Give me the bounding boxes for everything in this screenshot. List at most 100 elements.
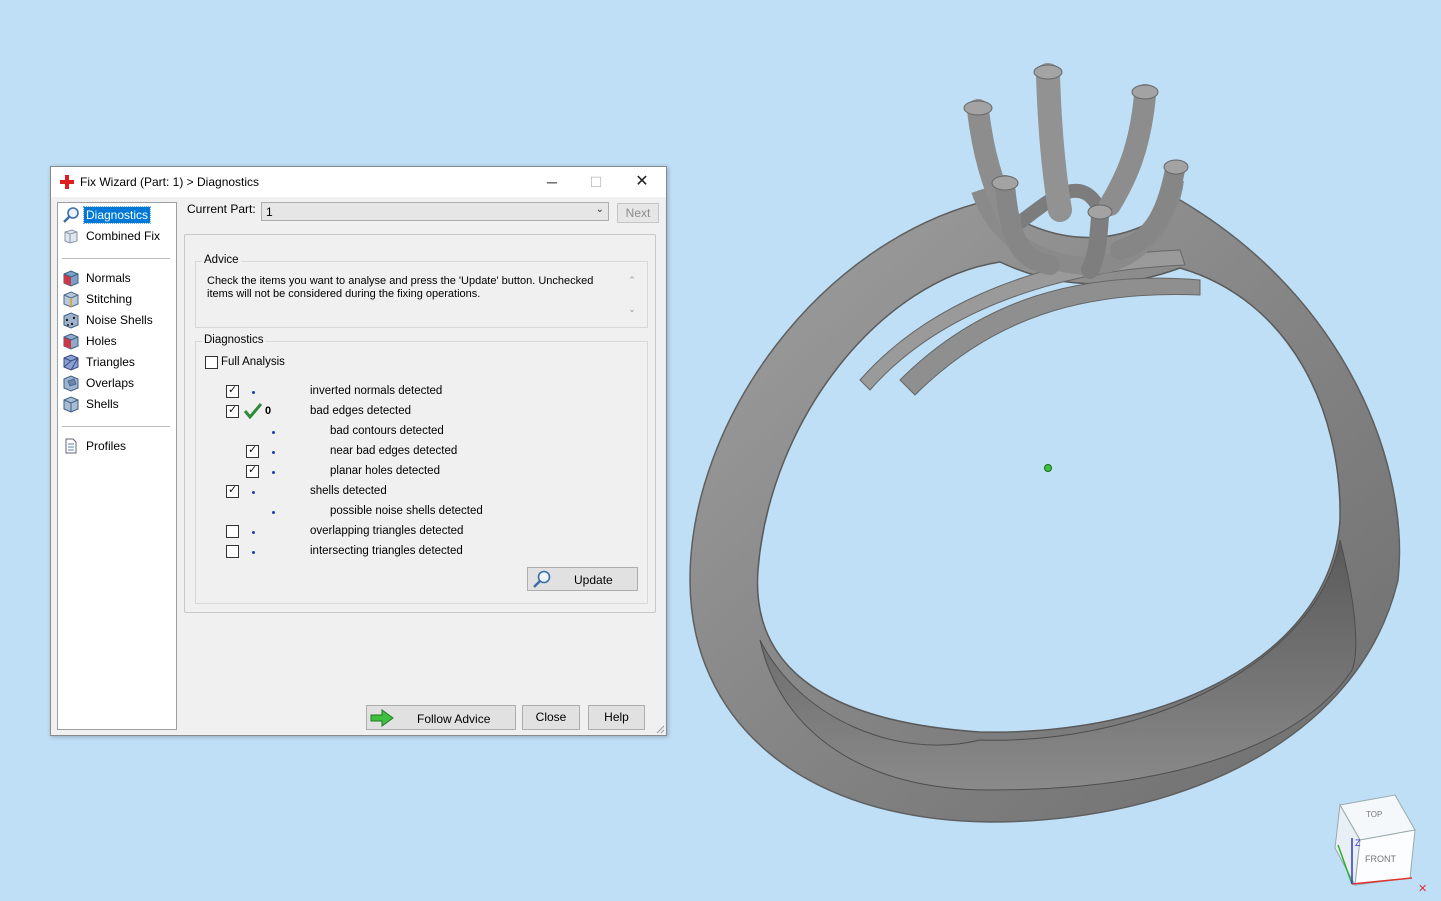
sidebar-item-label: Combined Fix [86, 229, 161, 243]
current-part-dropdown[interactable]: 1 ⌄ [261, 202, 609, 221]
diag-row-label: near bad edges detected [330, 445, 458, 457]
planar-holes-checkbox[interactable]: ✓ [246, 464, 259, 478]
advice-group: Advice Check the items you want to analy… [195, 254, 648, 328]
diag-row-label: bad contours detected [330, 425, 444, 437]
full-analysis-checkbox[interactable] [205, 356, 218, 369]
shells-cube-icon [63, 396, 79, 413]
sidebar-item-stitching[interactable]: Stitching [62, 289, 134, 309]
diagnostics-group: Diagnostics Full Analysis ✓ inverted nor… [195, 334, 648, 604]
navigation-cube[interactable]: TOP FRONT Z ✕ [1325, 785, 1435, 895]
bullet-icon [252, 491, 255, 494]
sidebar-item-label: Noise Shells [86, 313, 153, 327]
resize-grip-icon[interactable] [655, 724, 665, 734]
title-bar[interactable]: Fix Wizard (Part: 1) > Diagnostics ─ ☐ ✕ [51, 167, 666, 197]
diag-row-label: possible noise shells detected [330, 505, 483, 517]
intersecting-triangles-checkbox[interactable] [226, 545, 239, 558]
sidebar-item-label: Stitching [86, 292, 133, 306]
chevron-down-icon: ⌄ [595, 204, 604, 215]
nav-cube-z-label: Z [1355, 838, 1361, 848]
red-cross-icon [60, 175, 74, 189]
next-button[interactable]: Next [617, 203, 659, 223]
window-title: Fix Wizard (Part: 1) > Diagnostics [80, 175, 260, 189]
maximize-button[interactable]: ☐ [574, 167, 618, 197]
sidebar-divider [62, 426, 170, 427]
ring-model[interactable] [660, 40, 1420, 840]
shells-checkbox[interactable]: ✓ [226, 484, 239, 498]
bullet-icon [272, 451, 275, 454]
follow-advice-label: Follow Advice [417, 712, 491, 726]
close-window-button[interactable]: ✕ [620, 167, 664, 197]
scroll-down-icon[interactable]: ⌄ [625, 304, 639, 315]
stitching-cube-icon [63, 291, 79, 308]
holes-cube-icon [63, 333, 79, 350]
current-part-value: 1 [266, 205, 273, 219]
update-label: Update [574, 573, 613, 587]
checkmark-icon: ✓ [228, 484, 238, 496]
advice-title: Advice [202, 254, 241, 266]
advice-scrollbar[interactable]: ⌃ ⌄ [625, 275, 639, 321]
close-button[interactable]: Close [522, 705, 580, 730]
bullet-icon [272, 431, 275, 434]
green-arrow-right-icon [370, 709, 394, 727]
sidebar-item-noise-shells[interactable]: Noise Shells [62, 310, 155, 330]
magnifier-icon [533, 570, 551, 588]
cube-outline-icon [64, 229, 78, 244]
diagnostics-title: Diagnostics [202, 334, 266, 346]
scroll-up-icon[interactable]: ⌃ [625, 275, 639, 286]
sidebar-divider [62, 258, 170, 259]
diag-row-label: bad edges detected [310, 405, 412, 417]
document-icon [65, 438, 77, 454]
diag-row-label: intersecting triangles detected [310, 545, 463, 557]
sidebar-item-label: Normals [86, 271, 131, 285]
checkmark-icon: ✓ [248, 444, 258, 456]
help-button[interactable]: Help [588, 705, 645, 730]
normals-cube-icon [63, 270, 79, 287]
green-check-status-icon [244, 403, 262, 419]
diagnostics-panel: Advice Check the items you want to analy… [184, 234, 656, 613]
diag-row-label: overlapping triangles detected [310, 525, 464, 537]
diag-row-label: shells detected [310, 485, 387, 497]
sidebar-item-triangles[interactable]: Triangles [62, 352, 137, 372]
sidebar-item-holes[interactable]: Holes [62, 331, 119, 351]
sidebar-item-combined-fix[interactable]: Combined Fix [62, 226, 162, 246]
bullet-icon [252, 391, 255, 394]
overlapping-triangles-checkbox[interactable] [226, 525, 239, 538]
sidebar-item-label: Triangles [86, 355, 135, 369]
nav-cube-front-label: FRONT [1365, 854, 1396, 864]
sidebar-item-label: Holes [86, 334, 117, 348]
bad-edges-count: 0 [265, 405, 272, 417]
advice-text: Check the items you want to analyse and … [207, 275, 594, 300]
overlaps-cube-icon [63, 375, 79, 392]
sidebar-item-overlaps[interactable]: Overlaps [62, 373, 136, 393]
triangles-cube-icon [63, 354, 79, 371]
fix-wizard-dialog: Fix Wizard (Part: 1) > Diagnostics ─ ☐ ✕… [50, 166, 667, 736]
sidebar-item-label: Profiles [86, 439, 127, 453]
minimize-button[interactable]: ─ [530, 167, 574, 197]
update-button[interactable]: Update [527, 567, 638, 591]
sidebar-item-shells[interactable]: Shells [62, 394, 121, 414]
magnifier-icon [63, 207, 79, 223]
follow-advice-button[interactable]: Follow Advice [366, 705, 516, 730]
bad-edges-checkbox[interactable]: ✓ [226, 404, 239, 418]
checkmark-icon: ✓ [228, 404, 238, 416]
bullet-icon [272, 471, 275, 474]
noise-shells-icon [63, 312, 79, 329]
checkmark-icon: ✓ [228, 384, 238, 396]
diag-row-label: inverted normals detected [310, 385, 443, 397]
bullet-icon [272, 511, 275, 514]
sidebar-item-profiles[interactable]: Profiles [62, 436, 128, 456]
checkmark-icon: ✓ [248, 464, 258, 476]
inverted-normals-checkbox[interactable]: ✓ [226, 384, 239, 398]
current-part-label: Current Part: [187, 202, 256, 216]
sidebar-item-label: Shells [86, 397, 119, 411]
sidebar-item-normals[interactable]: Normals [62, 268, 133, 288]
sidebar-item-label: Overlaps [86, 376, 135, 390]
sidebar-item-label: Diagnostics [82, 206, 152, 224]
bullet-icon [252, 531, 255, 534]
nav-cube-x-marker-icon: ✕ [1418, 883, 1427, 895]
full-analysis-label: Full Analysis [221, 356, 285, 368]
nav-cube-top-label: TOP [1366, 810, 1382, 819]
bullet-icon [252, 551, 255, 554]
near-bad-edges-checkbox[interactable]: ✓ [246, 444, 259, 458]
sidebar-item-diagnostics[interactable]: Diagnostics [62, 205, 152, 225]
